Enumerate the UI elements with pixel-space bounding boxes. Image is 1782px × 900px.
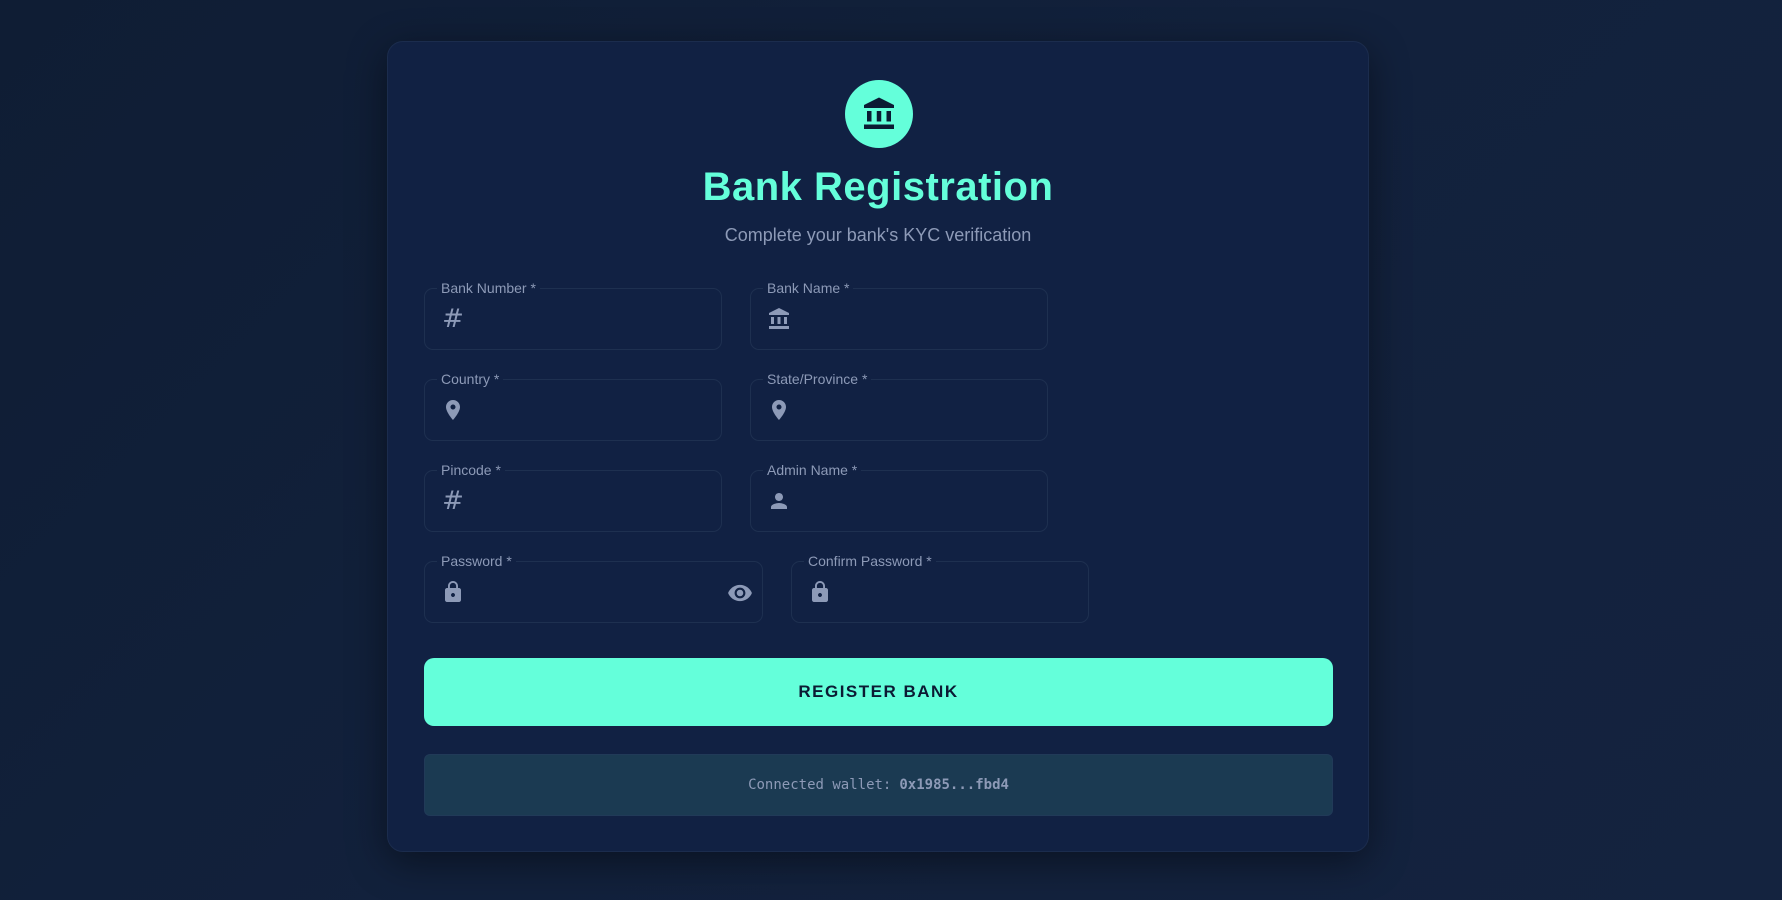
location-pin-icon [767, 398, 791, 422]
registration-card: Bank Registration Complete your bank's K… [387, 41, 1369, 852]
eye-icon[interactable] [726, 580, 754, 606]
pincode-input[interactable] [477, 485, 705, 519]
lock-icon [441, 580, 465, 604]
hash-icon: # [442, 486, 464, 516]
wallet-address: 0x1985...fbd4 [899, 777, 1009, 793]
hash-icon: # [442, 304, 464, 334]
confirm-password-input[interactable] [844, 576, 1072, 610]
connected-wallet-box: Connected wallet: 0x1985...fbd4 [424, 754, 1333, 816]
confirm-password-field[interactable]: Confirm Password * [791, 552, 1089, 623]
bank-number-label: Bank Number * [437, 279, 540, 297]
lock-icon [808, 580, 832, 604]
state-input[interactable] [803, 394, 1031, 428]
state-label: State/Province * [763, 370, 872, 388]
bank-icon [864, 97, 894, 129]
password-label: Password * [437, 552, 516, 570]
bank-name-field[interactable]: Bank Name * [750, 279, 1048, 350]
register-bank-button[interactable]: REGISTER BANK [424, 658, 1333, 726]
bank-name-label: Bank Name * [763, 279, 854, 297]
password-field[interactable]: Password * [424, 552, 763, 623]
admin-name-input[interactable] [803, 485, 1031, 519]
bank-number-input[interactable] [477, 303, 705, 337]
person-icon [767, 489, 791, 513]
bank-logo [845, 80, 913, 148]
state-field[interactable]: State/Province * [750, 370, 1048, 441]
admin-name-label: Admin Name * [763, 461, 862, 479]
location-pin-icon [441, 398, 465, 422]
pincode-label: Pincode * [437, 461, 505, 479]
page-title: Bank Registration [702, 165, 1054, 209]
country-field[interactable]: Country * [424, 370, 722, 441]
bank-name-input[interactable] [803, 303, 1031, 337]
wallet-prefix: Connected wallet: [748, 777, 892, 793]
country-input[interactable] [477, 394, 705, 428]
admin-name-field[interactable]: Admin Name * [750, 461, 1048, 532]
password-input[interactable] [477, 576, 714, 610]
bank-number-field[interactable]: Bank Number * # [424, 279, 722, 350]
country-label: Country * [437, 370, 504, 388]
confirm-password-label: Confirm Password * [804, 552, 936, 570]
page-subtitle: Complete your bank's KYC verification [724, 225, 1032, 245]
pincode-field[interactable]: Pincode * # [424, 461, 722, 532]
bank-icon [767, 307, 791, 331]
